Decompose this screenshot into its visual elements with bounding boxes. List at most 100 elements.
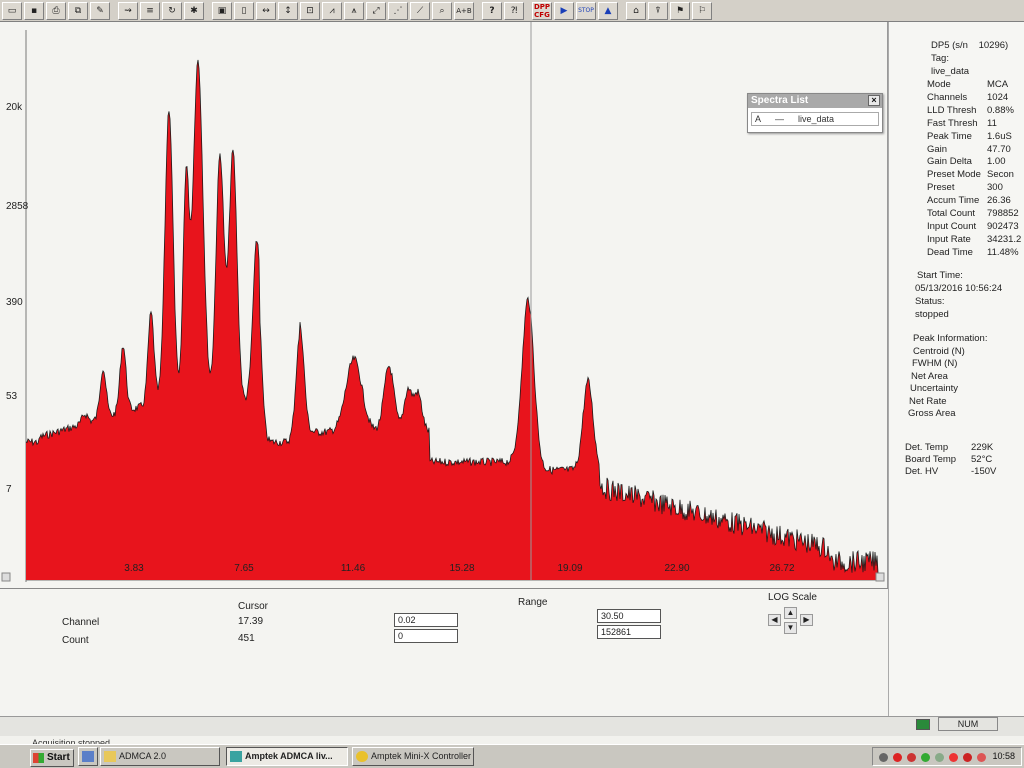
temp-key: Det. Temp [905,442,949,453]
param-key: LLD Thresh [927,104,977,116]
open-icon[interactable]: ▭ [2,1,22,20]
taskbar: Start ADMCA 2.0 Amptek ADMCA liv... Ampt… [0,744,1024,768]
task-mini-x-controller[interactable]: Amptek Mini-X Controller [352,747,474,766]
tag-value: live_data [931,66,970,77]
tray-icon[interactable] [921,753,930,762]
spectrum-name: live_data [798,114,835,124]
scale-right-button[interactable]: ▶ [800,614,813,626]
spectrum-icon[interactable]: ⩘ [322,1,342,20]
stop-button[interactable]: STOP [576,1,596,20]
clock: 10:58 [992,751,1015,761]
param-value: 300 [987,182,1003,194]
param-key: Gain [927,143,948,155]
param-row: Mode MCA [927,79,1008,90]
start-time-value: 05/13/2016 10:56:24 [915,283,1003,294]
flag-outline-icon[interactable]: ⚐ [692,1,712,20]
peak-info-item: Net Area [911,370,948,382]
count-label: Count [62,635,89,646]
param-row: Peak Time 1.6uS [927,131,1012,142]
refresh-icon[interactable]: ↻ [162,1,182,20]
start-icon[interactable]: ▶ [554,1,574,20]
region-icon[interactable]: ⩚ [344,1,364,20]
peak-search-icon[interactable]: ⇝ [118,1,138,20]
tray-icon[interactable] [935,753,944,762]
tray-icon[interactable] [893,753,902,762]
alert-icon[interactable] [977,753,986,762]
copy-icon[interactable]: ⧉ [68,1,88,20]
task-label: ADMCA 2.0 [119,751,167,761]
tray-icon[interactable] [907,753,916,762]
param-row: Preset Mode Secon [927,169,1014,180]
folder-icon [104,751,116,762]
param-key: Mode [927,79,951,90]
scale-up-button[interactable]: ▲ [784,607,797,619]
home-icon[interactable]: ⌂ [626,1,646,20]
device-label: DP5 (s/n [931,40,968,51]
param-key: Accum Time [927,195,980,207]
task-amptek-admca[interactable]: Amptek ADMCA liv... [226,747,348,766]
range-count-max-field[interactable]: 152861 [597,625,661,639]
roi-icon[interactable]: ▣ [212,1,232,20]
context-help-icon[interactable]: ⁈ [504,1,524,20]
edit-icon[interactable]: ✎ [90,1,110,20]
status-value: stopped [915,309,949,320]
scroll-right-button[interactable] [875,572,885,582]
spectra-list-item[interactable]: A — live_data [751,112,879,126]
start-button[interactable]: Start [30,749,74,767]
range-count-min-field[interactable]: 0 [394,629,458,643]
cursor-range-panel: Cursor Range LOG Scale Channel Count 17.… [0,588,888,716]
calibrate-icon[interactable]: ≡ [140,1,160,20]
quick-launch-icon[interactable] [78,747,98,766]
range-channel-min-field[interactable]: 0.02 [394,613,458,627]
scale-icon[interactable]: ⤢ [366,1,386,20]
param-row: LLD Thresh 0.88% [927,104,1014,116]
peak-info-item: FWHM (N) [912,358,958,370]
up-down-icon[interactable]: ↕ [278,1,298,20]
param-row: Accum Time 26.36 [927,195,1011,207]
analysis-icon[interactable]: ▲ [598,1,618,20]
param-key: Channels [927,91,968,103]
search-icon[interactable]: ⌕ [432,1,452,20]
print-icon[interactable]: ⎙ [46,1,66,20]
tray-icon[interactable] [879,753,888,762]
task-admca-folder[interactable]: ADMCA 2.0 [100,747,220,766]
dots-icon[interactable]: ⋰ [388,1,408,20]
param-key: Input Rate [927,233,971,245]
x-tick-label: 19.09 [557,563,583,574]
temp-value: -150V [971,466,997,477]
spectra-list-window[interactable]: Spectra List × A — live_data [747,93,883,133]
info-panel: DP5 (s/n 10296) Tag: live_data Mode MCA Ch… [888,22,1024,716]
cursor-header: Cursor [238,601,269,612]
page-icon[interactable]: ▯ [234,1,254,20]
scroll-left-button[interactable] [1,572,11,582]
help-button[interactable]: ? [482,1,502,20]
zoom-box-icon[interactable]: ⊡ [300,1,320,20]
y-tick-label: 7 [6,484,12,495]
param-value: MCA [987,79,1009,90]
close-icon[interactable]: × [868,95,880,106]
alert-icon[interactable] [949,753,958,762]
marker-icon[interactable]: ⍒ [648,1,668,20]
flag-icon[interactable]: ⚑ [670,1,690,20]
add-spectra-button[interactable]: A+B [454,1,474,20]
param-key: Fast Thresh [927,117,978,129]
temp-row: Board Temp 52°C [905,454,992,465]
spectrum-line-sample: — [775,114,785,124]
spectra-list-titlebar[interactable]: Spectra List × [748,94,882,108]
screen: ▭ ▪ ⎙ ⧉ ✎ ⇝ ≡ ↻ ✱ ▣ ▯ ↔ ↕ ⊡ ⩘ ⩚ ⤢ ⋰ ⟋ ⌕ … [0,0,1024,768]
param-row: Gain Delta 1.00 [927,156,1006,167]
dpp-config-button[interactable]: DPP CFG [532,1,552,20]
tools-icon[interactable]: ✱ [184,1,204,20]
windows-logo-icon [33,753,44,763]
param-value: 1024 [987,91,1009,103]
line-icon[interactable]: ⟋ [410,1,430,20]
save-icon[interactable]: ▪ [24,1,44,20]
left-right-icon[interactable]: ↔ [256,1,276,20]
y-tick-label: 53 [6,391,18,402]
scale-left-button[interactable]: ◀ [768,614,781,626]
alert-icon[interactable] [963,753,972,762]
range-channel-max-field[interactable]: 30.50 [597,609,661,623]
app-icon [230,751,242,762]
scale-down-button[interactable]: ▼ [784,622,797,634]
param-row: Preset 300 [927,182,1003,193]
